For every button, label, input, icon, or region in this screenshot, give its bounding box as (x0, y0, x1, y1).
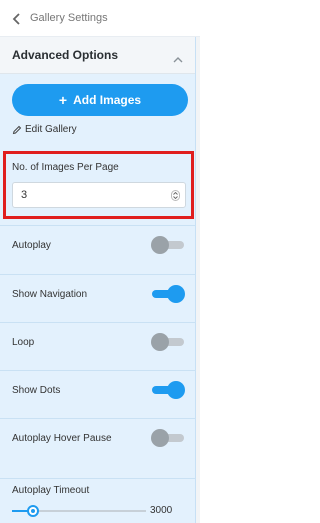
edit-gallery-label: Edit Gallery (25, 124, 77, 135)
images-per-page-value: 3 (21, 189, 28, 201)
chevron-left-icon[interactable] (12, 12, 22, 25)
section-title: Advanced Options (12, 48, 119, 62)
images-per-page-label: No. of Images Per Page (12, 162, 119, 173)
setting-row-show-navigation: Show Navigation (0, 274, 196, 313)
autoplay-toggle[interactable] (151, 236, 184, 254)
autoplay-hover-pause-toggle[interactable] (151, 429, 184, 447)
loop-toggle[interactable] (151, 333, 184, 351)
top-bar: Gallery Settings (0, 0, 200, 37)
setting-label: Autoplay (12, 239, 51, 251)
show-dots-toggle[interactable] (152, 381, 185, 399)
setting-label: Autoplay Hover Pause (12, 432, 112, 444)
pencil-icon (12, 125, 22, 135)
setting-label: Show Dots (12, 384, 61, 396)
show-navigation-toggle[interactable] (152, 285, 185, 303)
setting-label: Show Navigation (12, 288, 88, 300)
setting-row-loop: Loop (0, 322, 196, 361)
scrollbar[interactable] (196, 37, 200, 523)
autoplay-timeout-slider[interactable] (12, 505, 146, 517)
spinner-icon[interactable] (171, 190, 180, 201)
setting-row-autoplay-hover-pause: Autoplay Hover Pause (0, 418, 196, 457)
autoplay-timeout-setting: Autoplay Timeout 3000 (0, 478, 196, 523)
add-images-label: Add Images (73, 93, 142, 107)
setting-row-autoplay: Autoplay (0, 225, 196, 264)
setting-label: Loop (12, 336, 35, 348)
add-images-button[interactable]: + Add Images (12, 84, 188, 116)
setting-row-show-dots: Show Dots (0, 370, 196, 409)
advanced-options-header[interactable]: Advanced Options (0, 37, 195, 74)
edit-gallery-link[interactable]: Edit Gallery (0, 116, 195, 135)
images-per-page-input[interactable]: 3 (12, 182, 186, 208)
autoplay-timeout-value: 3000 (150, 505, 173, 516)
plus-icon: + (58, 92, 68, 108)
autoplay-timeout-label: Autoplay Timeout (12, 485, 90, 496)
page-title[interactable]: Gallery Settings (30, 12, 108, 24)
slider-thumb[interactable] (27, 505, 39, 517)
chevron-up-icon[interactable] (173, 51, 183, 63)
